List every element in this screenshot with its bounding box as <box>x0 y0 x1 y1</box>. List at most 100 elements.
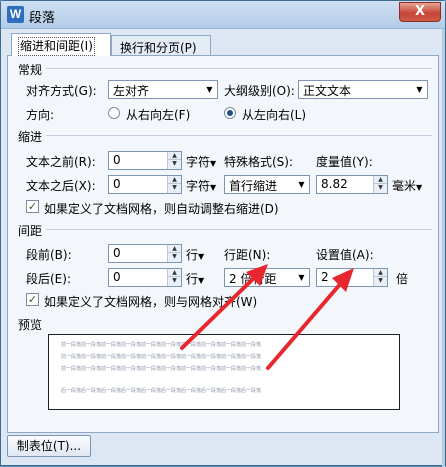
measure-input[interactable]: 8.82 ▲ ▼ <box>316 175 388 194</box>
section-divider <box>46 229 432 230</box>
preview-line: 前一段落前一段落前一段落前一段落前一段落前一段落前一段落前一段落前一段落前一段落 <box>61 342 262 348</box>
alignment-value: 左对齐 <box>113 84 150 98</box>
chevron-down-icon: ▼ <box>298 180 305 189</box>
paragraph-dialog: W 段落 X 缩进和间距(I) 换行和分页(P) 常规 对齐方式(G): 左对齐… <box>0 0 446 467</box>
tabs-button[interactable]: 制表位(T)... <box>7 435 91 457</box>
line-spacing-select[interactable]: 2 倍行距 ▼ <box>224 268 310 287</box>
spin-up-icon[interactable]: ▲ <box>374 176 387 184</box>
tab-panel: 常规 对齐方式(G): 左对齐 ▼ 大纲级别(O): 正文文本 ▼ 方向: 从右… <box>7 55 439 433</box>
section-indent-label: 缩进 <box>18 130 43 144</box>
indent-after-value: 0 <box>113 177 121 191</box>
spin-up-icon[interactable]: ▲ <box>168 269 181 277</box>
section-spacing-label: 间距 <box>18 224 43 238</box>
tab-line-page-breaks-label: 换行和分页(P) <box>120 41 197 55</box>
indent-before-label: 文本之前(R): <box>26 155 96 169</box>
rtl-radio[interactable] <box>108 107 120 119</box>
section-divider <box>46 135 432 136</box>
title-bar[interactable]: W 段落 X <box>1 1 445 29</box>
wps-writer-icon: W <box>7 6 24 23</box>
caret-down-icon: ▼ <box>416 183 423 192</box>
caret-down-icon: ▼ <box>198 252 205 261</box>
set-value-unit: 倍 <box>396 272 409 286</box>
indent-grid-checkbox[interactable]: ✓ <box>26 200 39 213</box>
spacing-grid-label[interactable]: 如果定义了文档网格，则与网格对齐(W) <box>44 293 257 310</box>
spacing-before-unit-label: 行 <box>186 248 199 262</box>
spacing-before-value: 0 <box>113 246 121 260</box>
caret-down-icon: ▼ <box>210 159 217 168</box>
alignment-label: 对齐方式(G): <box>26 84 97 98</box>
window-title: 段落 <box>29 11 56 26</box>
set-value-input[interactable]: 2 ▲ ▼ <box>316 268 388 287</box>
set-value-value: 2 <box>321 270 329 284</box>
spin-up-icon[interactable]: ▲ <box>168 176 181 184</box>
spin-up-icon[interactable]: ▲ <box>168 245 181 253</box>
measure-unit[interactable]: 毫米▼ <box>392 177 422 194</box>
spacing-grid-checkbox[interactable]: ✓ <box>26 293 39 306</box>
spinner[interactable]: ▲ ▼ <box>167 269 181 286</box>
indent-before-unit[interactable]: 字符▼ <box>186 153 216 170</box>
spacing-after-label: 段后(E): <box>26 272 71 286</box>
spin-down-icon[interactable]: ▼ <box>168 184 181 192</box>
spinner[interactable]: ▲ ▼ <box>167 152 181 169</box>
outline-level-label: 大纲级别(O): <box>224 84 295 98</box>
tab-line-page-breaks[interactable]: 换行和分页(P) <box>111 35 211 55</box>
preview-line: 前一段落前一段落前一段落前一段落前一段落前一段落前一段落前一段落前一段落前一段落 <box>61 354 262 360</box>
spacing-before-label: 段前(B): <box>26 248 72 262</box>
chevron-down-icon: ▼ <box>206 85 213 94</box>
rtl-label[interactable]: 从右向左(F) <box>126 106 190 123</box>
close-button[interactable]: X <box>399 2 441 22</box>
spinner[interactable]: ▲ ▼ <box>373 176 387 193</box>
indent-after-unit-label: 字符 <box>186 179 211 193</box>
section-preview-label: 预览 <box>18 318 43 332</box>
set-value-label: 设置值(A): <box>316 248 374 262</box>
preview-box: 前一段落前一段落前一段落前一段落前一段落前一段落前一段落前一段落前一段落前一段落… <box>48 334 400 410</box>
indent-after-input[interactable]: 0 ▲ ▼ <box>108 175 182 194</box>
line-spacing-value: 2 倍行距 <box>229 272 277 286</box>
indent-after-unit[interactable]: 字符▼ <box>186 177 216 194</box>
spin-down-icon[interactable]: ▼ <box>168 160 181 168</box>
chevron-down-icon: ▼ <box>298 273 305 282</box>
preview-line: 后一段落后一段落后一段落后一段落后一段落后一段落后一段落后一段落后一段落后一段落 <box>61 388 262 394</box>
special-format-value: 首行缩进 <box>229 179 278 193</box>
spacing-after-input[interactable]: 0 ▲ ▼ <box>108 268 182 287</box>
spinner[interactable]: ▲ ▼ <box>373 269 387 286</box>
ltr-radio[interactable] <box>224 107 236 119</box>
caret-down-icon: ▼ <box>198 276 205 285</box>
special-format-select[interactable]: 首行缩进 ▼ <box>224 175 310 194</box>
measure-label: 度量值(Y): <box>316 155 373 169</box>
line-spacing-label: 行距(N): <box>224 248 271 262</box>
spin-down-icon[interactable]: ▼ <box>168 277 181 285</box>
spacing-before-input[interactable]: 0 ▲ ▼ <box>108 244 182 263</box>
window-edge <box>442 29 445 467</box>
ltr-label[interactable]: 从左向右(L) <box>242 106 306 123</box>
indent-before-value: 0 <box>113 153 121 167</box>
measure-unit-label: 毫米 <box>392 179 417 193</box>
alignment-select[interactable]: 左对齐 ▼ <box>108 80 218 99</box>
spin-down-icon[interactable]: ▼ <box>374 277 387 285</box>
dialog-body: 缩进和间距(I) 换行和分页(P) 常规 对齐方式(G): 左对齐 ▼ 大纲级别… <box>7 33 439 433</box>
spacing-before-unit[interactable]: 行▼ <box>186 246 204 263</box>
special-format-label: 特殊格式(S): <box>224 155 294 169</box>
section-general-label: 常规 <box>18 63 43 77</box>
measure-value: 8.82 <box>321 177 348 191</box>
direction-label: 方向: <box>26 108 55 122</box>
indent-before-unit-label: 字符 <box>186 155 211 169</box>
section-divider <box>46 68 432 69</box>
outline-level-select[interactable]: 正文文本 ▼ <box>298 80 428 99</box>
spinner[interactable]: ▲ ▼ <box>167 245 181 262</box>
outline-level-value: 正文文本 <box>303 84 352 98</box>
indent-grid-label[interactable]: 如果定义了文档网格，则自动调整右缩进(D) <box>44 200 279 217</box>
caret-down-icon: ▼ <box>210 183 217 192</box>
indent-before-input[interactable]: 0 ▲ ▼ <box>108 151 182 170</box>
spin-up-icon[interactable]: ▲ <box>168 152 181 160</box>
tab-indent-spacing-label: 缩进和间距(I) <box>18 37 95 56</box>
spacing-after-value: 0 <box>113 270 121 284</box>
spin-down-icon[interactable]: ▼ <box>168 253 181 261</box>
spin-down-icon[interactable]: ▼ <box>374 184 387 192</box>
tab-indent-spacing[interactable]: 缩进和间距(I) <box>11 33 111 56</box>
spacing-after-unit-label: 行 <box>186 272 199 286</box>
chevron-down-icon: ▼ <box>416 85 423 94</box>
spinner[interactable]: ▲ ▼ <box>167 176 181 193</box>
spin-up-icon[interactable]: ▲ <box>374 269 387 277</box>
spacing-after-unit[interactable]: 行▼ <box>186 270 204 287</box>
